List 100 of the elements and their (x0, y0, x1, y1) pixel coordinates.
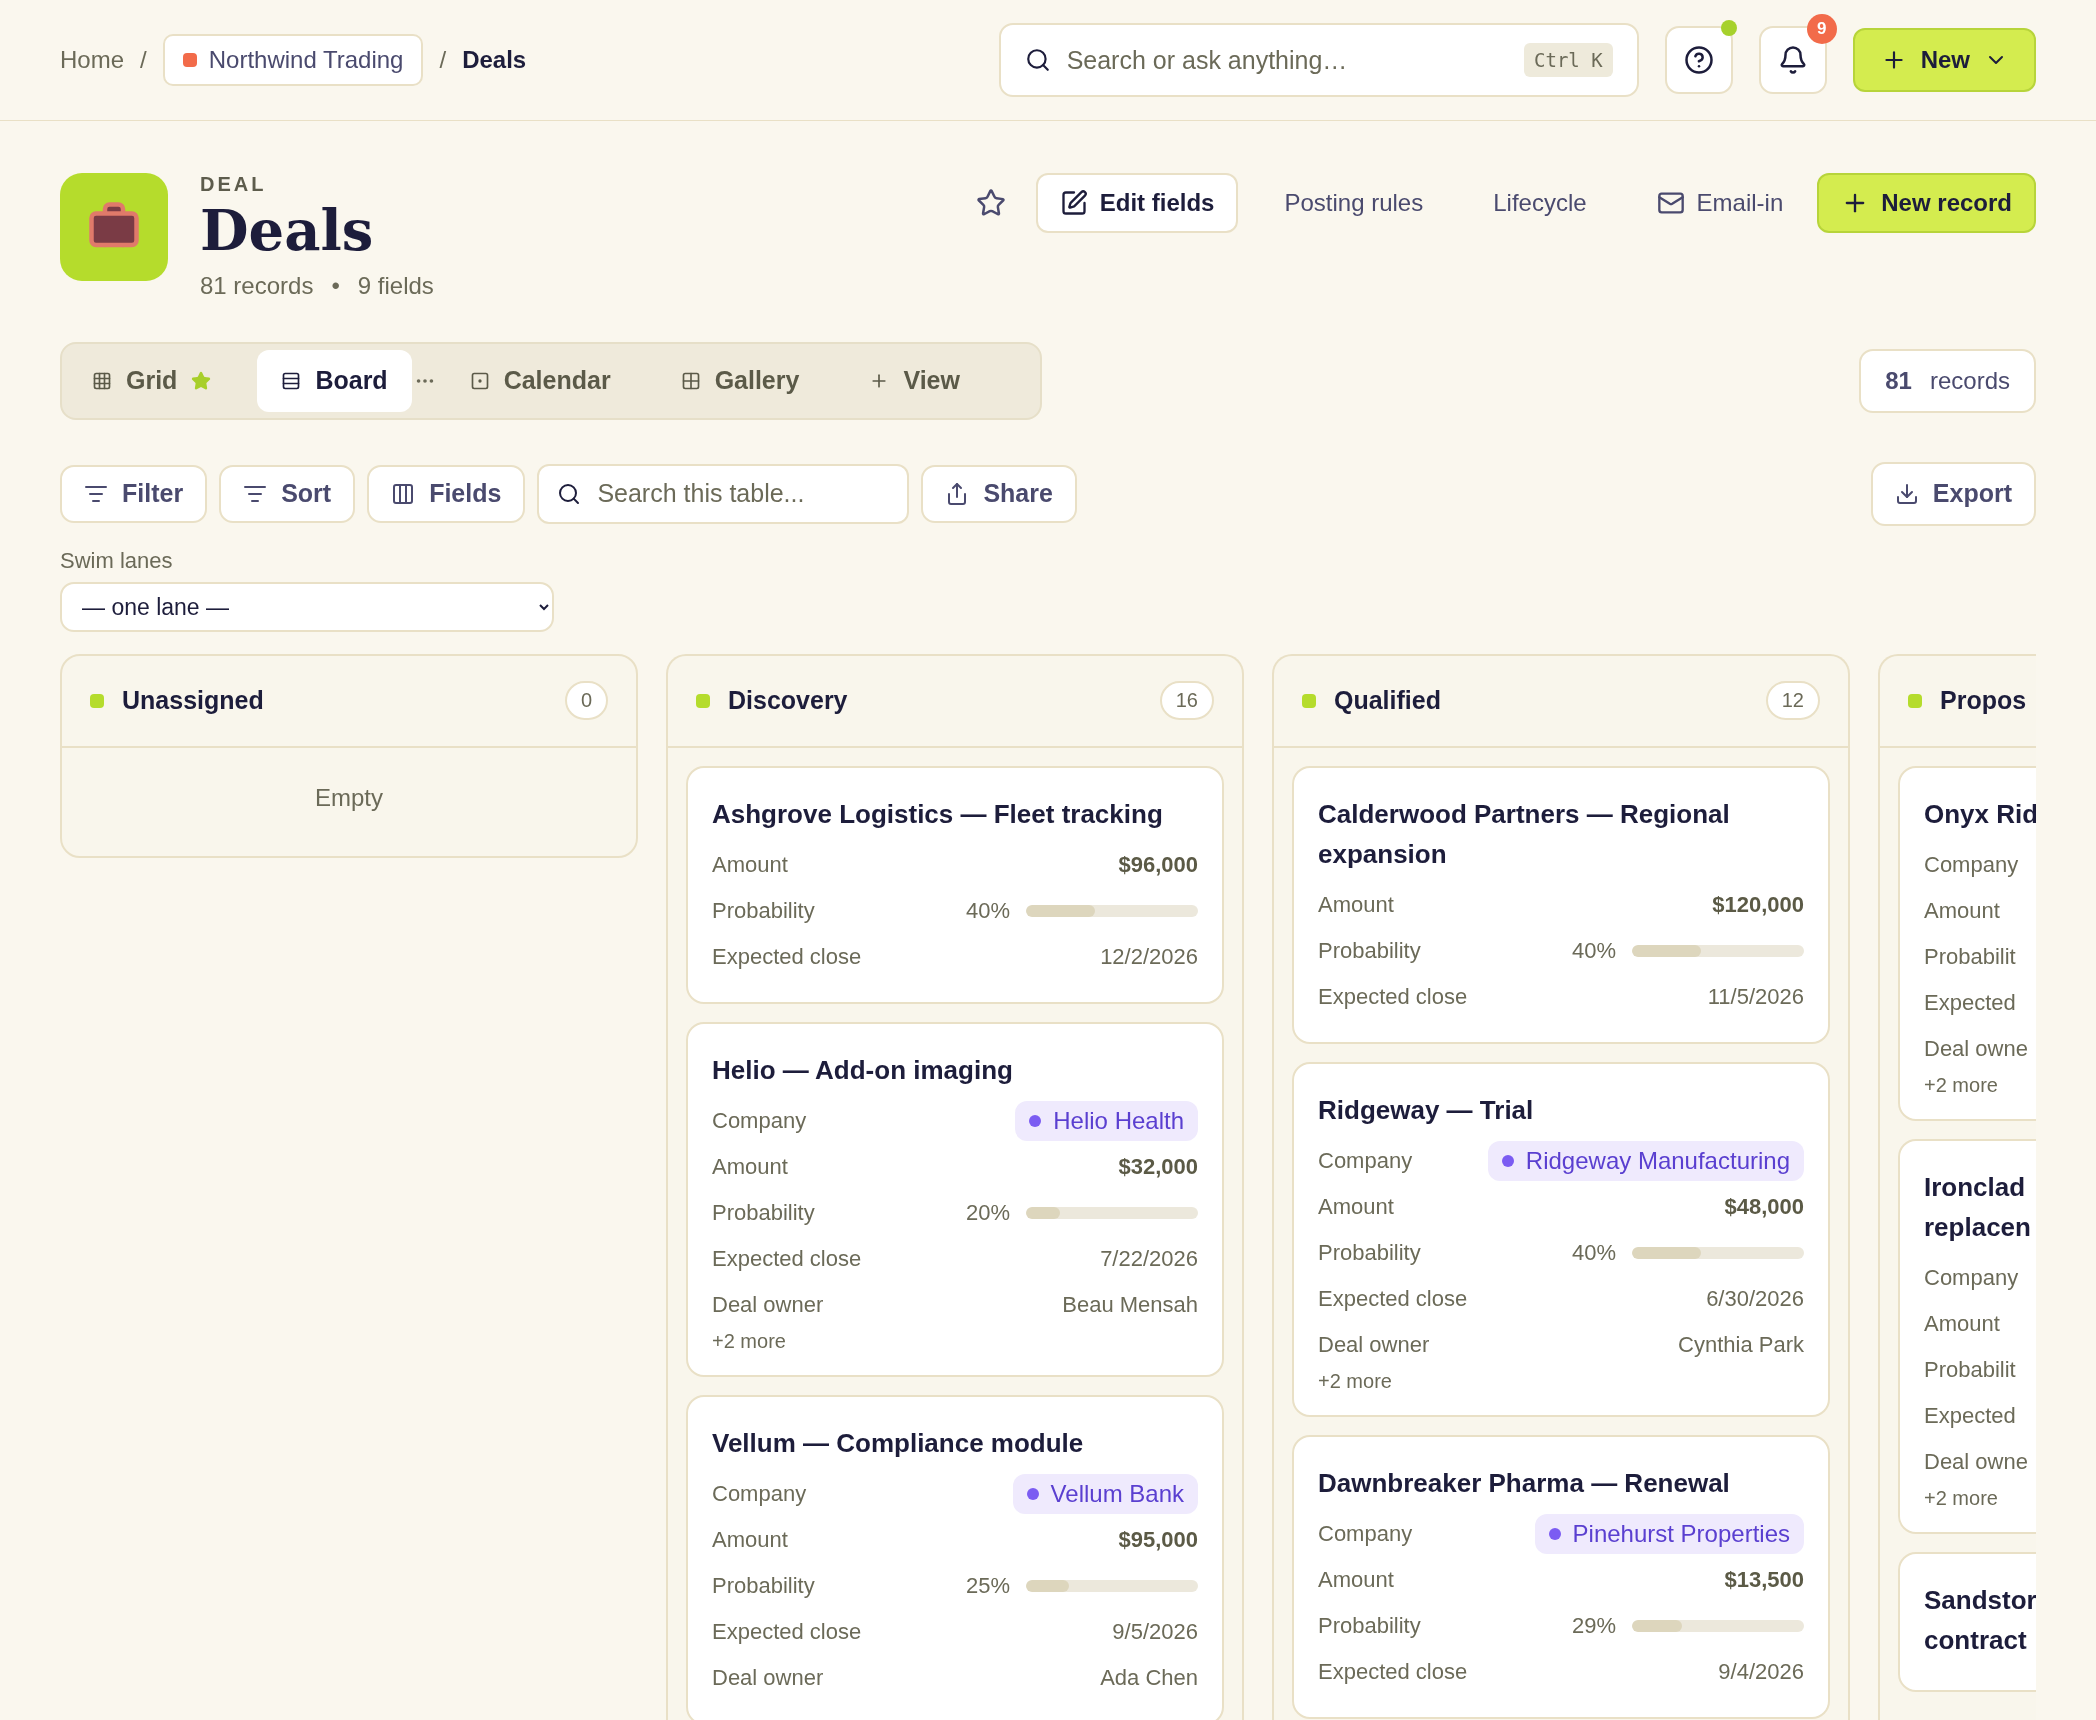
deal-card[interactable]: Vellum — Compliance module Company Vellum Bank Amount $95,000 Probability 25% Expected close 9/5/2026 Deal owner Ada Chen (686, 1394, 1224, 1720)
deal-card[interactable]: Helio — Add-on imaging Company Helio Health Amount $32,000 Probability 20% Expected close 7/22/2026 Deal owner Beau Mensah +2 more (686, 1021, 1224, 1377)
help-icon (1683, 45, 1714, 75)
view-tab[interactable]: Grid (68, 349, 236, 412)
view-tab[interactable]: View (845, 349, 984, 412)
column-count: 0 (564, 681, 608, 721)
rows-icon (281, 370, 302, 391)
field-label: Amount (712, 1153, 788, 1180)
field-value: 11/5/2026 (1707, 983, 1804, 1010)
field-value: Ada Chen (1100, 1664, 1198, 1691)
grid-icon (92, 370, 112, 391)
new-button[interactable]: New (1852, 28, 2036, 92)
field-label: Amount (1318, 891, 1394, 918)
action-button[interactable]: Edit fields (1035, 173, 1239, 233)
object-type: DEAL (200, 173, 268, 196)
field-label: Amount (712, 851, 788, 878)
empty-text: Empty (314, 782, 384, 813)
breadcrumb-separator: / (140, 46, 147, 74)
company-tag[interactable]: Helio Health (1015, 1100, 1198, 1141)
field-label: Expected close (712, 1245, 862, 1272)
breadcrumb-link[interactable]: Home (60, 46, 125, 74)
amount-value: $13,500 (1724, 1566, 1804, 1593)
star-icon (975, 188, 1006, 218)
probability-value: 40% (1571, 1239, 1616, 1266)
company-tag[interactable]: Pinehurst Properties (1534, 1513, 1804, 1554)
action-button[interactable]: New record (1817, 173, 2036, 233)
card-title: Ashgrove Logistics — Fleet tracking (712, 797, 1164, 831)
search-field[interactable]: Search or ask anything… Ctrl K (998, 23, 1639, 97)
card-title: Dawnbreaker Pharma — Renewal (1318, 1466, 1731, 1500)
more-fields-text: +2 more (1924, 1486, 1999, 1510)
workspace-link[interactable]: Northwind Trading (162, 34, 424, 86)
edit-icon (1059, 189, 1088, 217)
field-label: Expected close (712, 943, 862, 970)
toolbar-button[interactable]: Sort (219, 464, 356, 523)
swim-lanes-label: Swim lanes (60, 547, 174, 574)
table-search-input[interactable]: Search this table... (595, 478, 890, 510)
column-title: Qualified (1334, 686, 1441, 716)
card-title: Vellum — Compliance module (712, 1426, 1085, 1460)
view-tab[interactable]: Board (257, 349, 412, 412)
company-tag[interactable]: Ridgeway Manufacturing (1487, 1140, 1804, 1181)
deal-card[interactable]: Ridgeway — Trial Company Ridgeway Manufacturing Amount $48,000 Probability 40% Expected close 6/30/2026 Deal owner Cynthia Park +2 more (1292, 1061, 1830, 1417)
field-label: Deal owner (1318, 1331, 1430, 1358)
field-label: Expected (1924, 1402, 2016, 1429)
field-value: 6/30/2026 (1706, 1285, 1804, 1312)
field-label: Probability (1318, 1612, 1421, 1639)
swim-lanes-select[interactable]: — one lane — (60, 581, 554, 632)
field-label: Expected (1924, 989, 2016, 1016)
field-label: Company (1924, 1264, 2019, 1291)
field-value: 12/2/2026 (1100, 943, 1198, 970)
breadcrumb-separator: / (439, 46, 447, 74)
columns-icon (391, 481, 416, 506)
search-input[interactable]: Search or ask anything… (1064, 44, 1510, 76)
help-button[interactable] (1664, 26, 1733, 94)
field-value: Beau Mensah (1062, 1291, 1198, 1318)
shortcut-key: Ctrl K (1524, 43, 1613, 77)
card-title: Ironclad replacen (1924, 1170, 2032, 1244)
table-search-field[interactable]: Search this table... (537, 463, 910, 524)
share-button[interactable]: Share (921, 464, 1077, 523)
field-label: Deal owner (712, 1291, 824, 1318)
page-title: Deals (200, 200, 375, 262)
more-fields-text: +2 more (1924, 1073, 1999, 1097)
field-label: Expected close (1318, 1285, 1468, 1312)
field-label: Probability (712, 897, 815, 924)
action-button[interactable]: Lifecycle (1469, 173, 1611, 233)
field-label: Probability (1318, 1239, 1421, 1266)
amount-value: $32,000 (1118, 1153, 1198, 1180)
field-label: Company (1318, 1147, 1413, 1174)
column-title: Propos (1940, 686, 2027, 716)
action-button[interactable]: Posting rules (1260, 173, 1448, 233)
toolbar-button[interactable]: Filter (60, 464, 208, 523)
download-icon (1894, 481, 1919, 506)
record-count: 81 records (200, 271, 314, 300)
deal-tile-icon (60, 173, 168, 281)
column-count: 12 (1765, 681, 1820, 721)
deal-card[interactable]: Calderwood Partners — Regional expansion Amount $120,000 Probability 40% Expected close 11/5/2026 (1292, 765, 1830, 1044)
deal-card[interactable]: Ashgrove Logistics — Fleet tracking Amount $96,000 Probability 40% Expected close 12/2/2026 (686, 765, 1224, 1004)
action-button[interactable]: Email-in (1632, 173, 1808, 233)
search-icon (1024, 47, 1051, 73)
company-tag[interactable]: Vellum Bank (1012, 1473, 1198, 1514)
column-count: 16 (1159, 681, 1214, 721)
deal-card[interactable]: Sandstor contract (1898, 1551, 2036, 1692)
deal-card[interactable]: Dawnbreaker Pharma — Renewal Company Pinehurst Properties Amount $13,500 Probability 29% Expected close 9/4/2026 (1292, 1434, 1830, 1719)
field-label: Amount (1924, 1310, 2000, 1337)
notification-badge: 9 (1806, 14, 1837, 44)
export-button[interactable]: Export (1870, 461, 2036, 526)
field-label: Company (712, 1480, 807, 1507)
field-label: Probabilit (1924, 943, 2016, 970)
breadcrumb-current: Deals (462, 46, 527, 74)
view-tab[interactable]: Gallery (656, 349, 824, 412)
deal-card[interactable]: Onyx Rid Company Amount Probabilit Expected Deal owne +2 more (1898, 765, 2036, 1121)
field-label: Amount (1318, 1193, 1394, 1220)
field-label: Company (1924, 851, 2019, 878)
deal-card[interactable]: Ironclad replacen Company Amount Probabilit Expected Deal owne +2 more (1898, 1138, 2036, 1534)
probability-value: 40% (1571, 937, 1616, 964)
view-tab[interactable]: Calendar (445, 349, 635, 412)
field-value: 9/4/2026 (1718, 1658, 1804, 1685)
card-title: Helio — Add-on imaging (712, 1053, 1014, 1087)
toolbar-button[interactable]: Fields (367, 464, 526, 523)
probability-value: 29% (1571, 1612, 1616, 1639)
more-fields-text: +2 more (1318, 1369, 1393, 1393)
